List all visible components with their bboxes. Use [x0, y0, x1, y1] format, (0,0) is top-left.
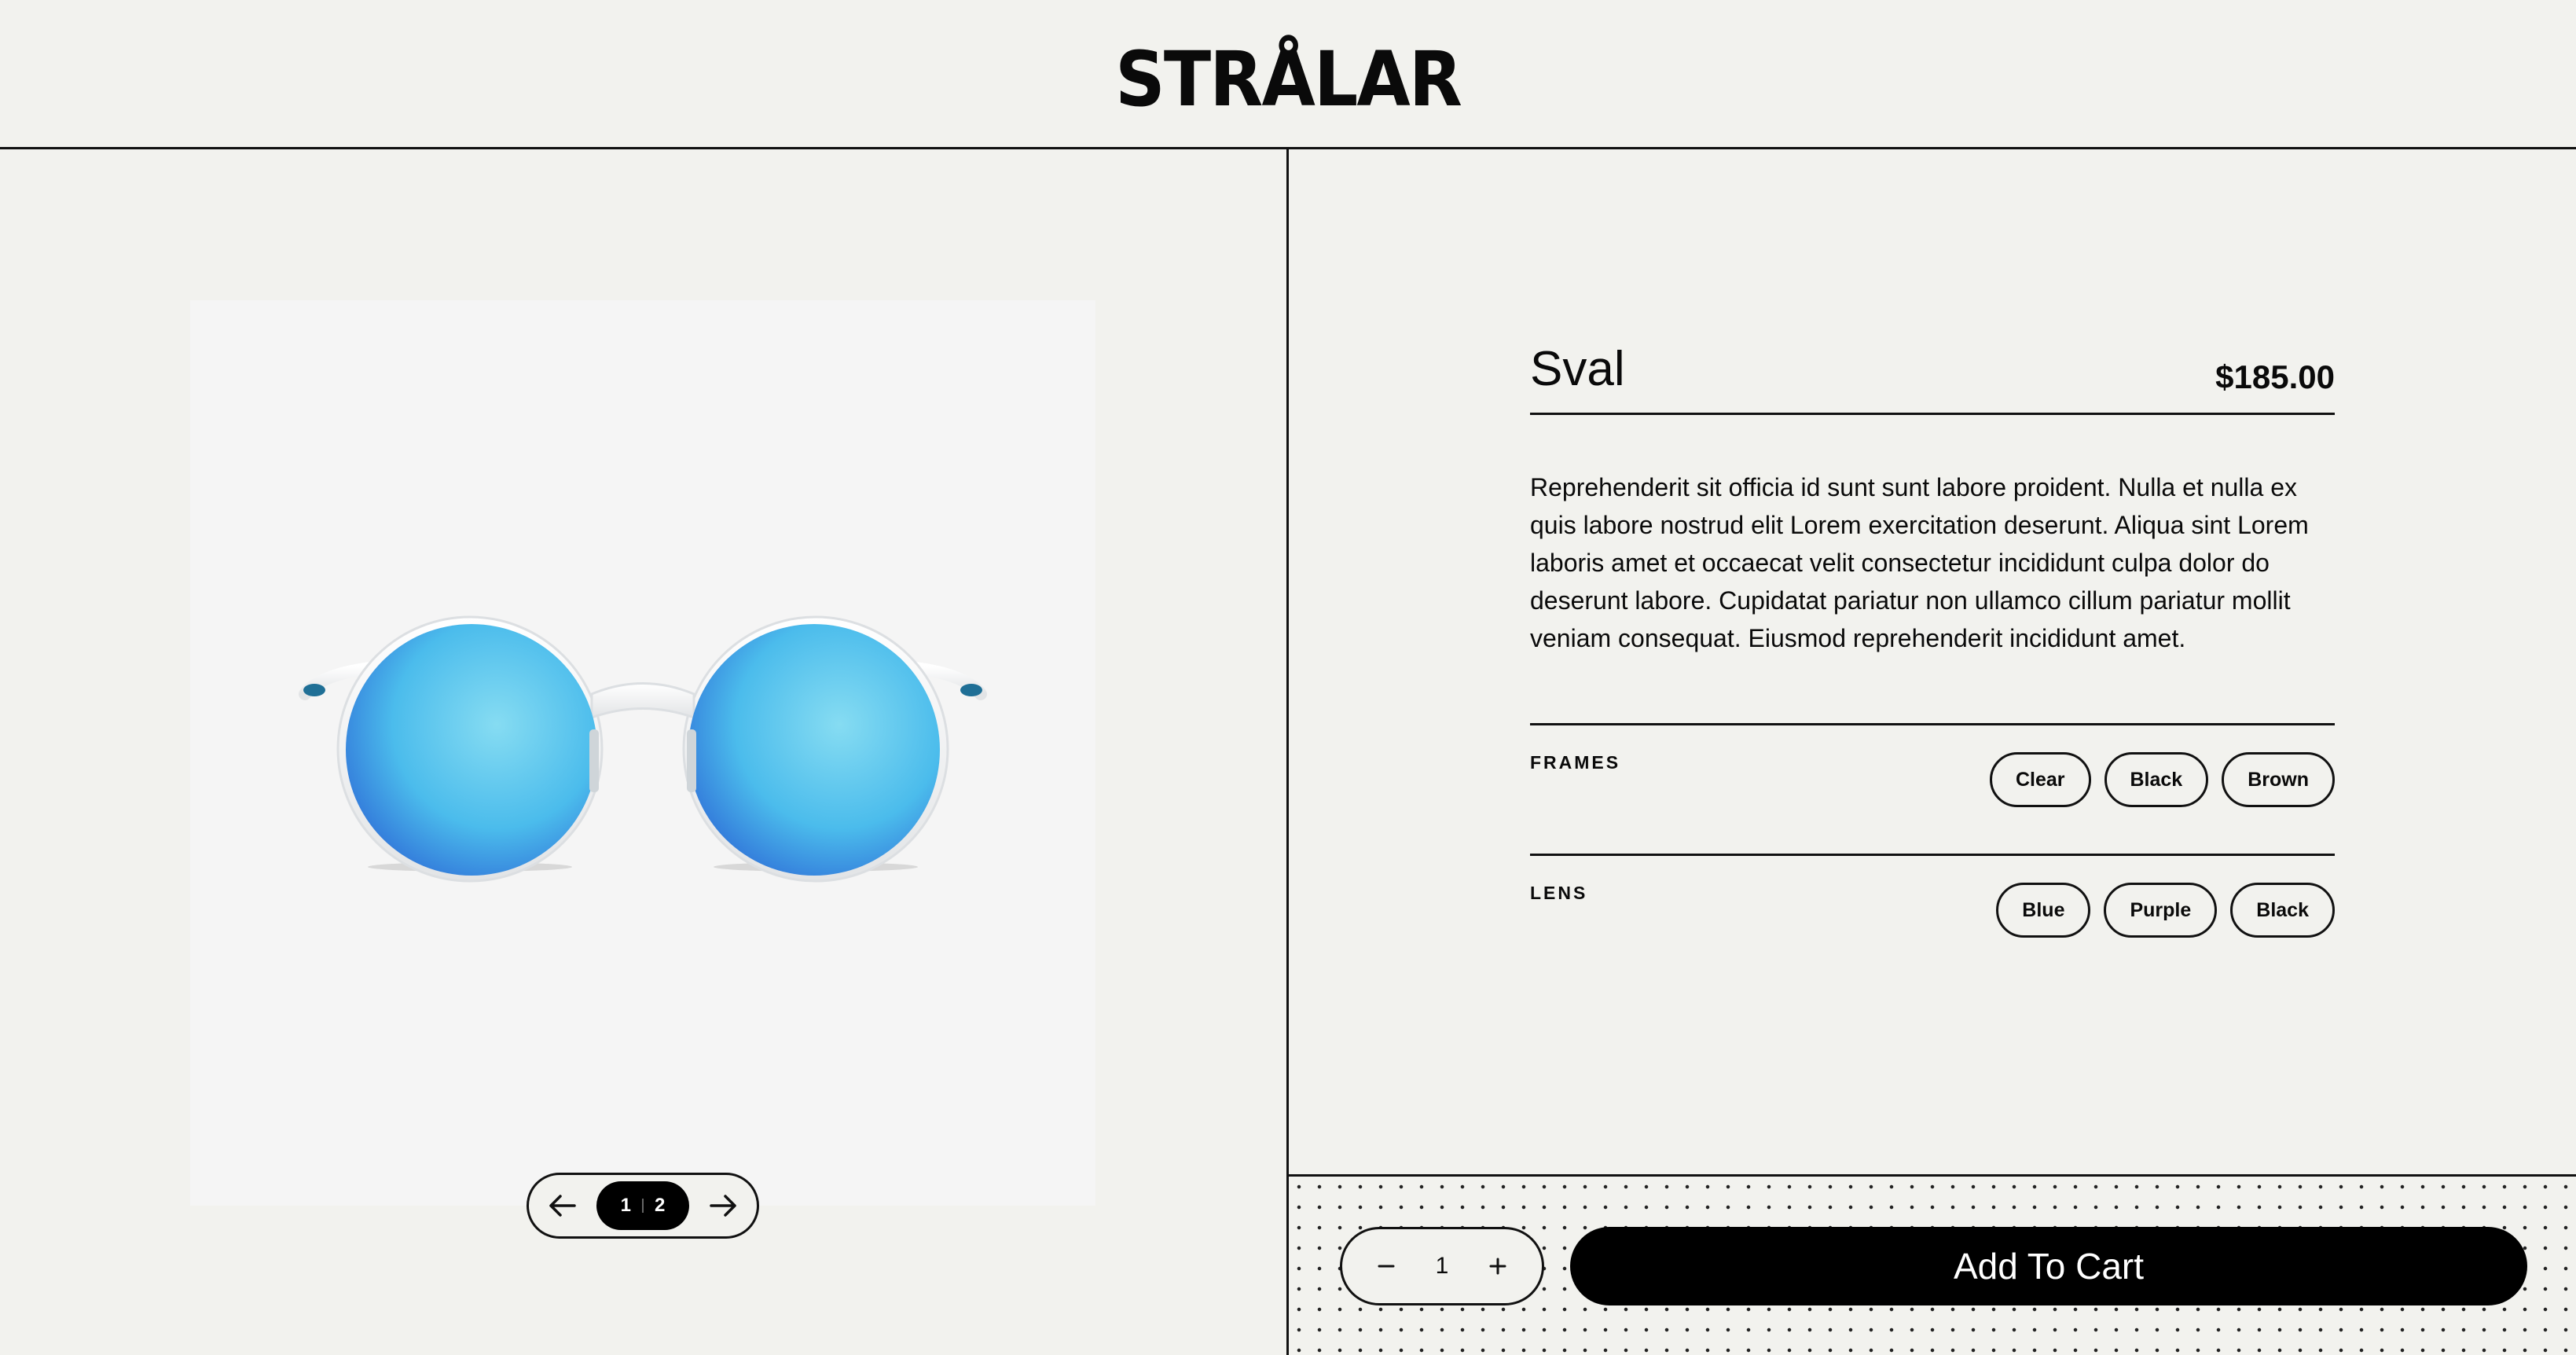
- product-description: Reprehenderit sit officia id sunt sunt l…: [1530, 473, 2309, 652]
- site-header: STRÅLAR: [0, 0, 2576, 149]
- frame-clear-button[interactable]: Clear: [1989, 752, 2091, 807]
- frame-black-button[interactable]: Black: [2104, 752, 2209, 807]
- brand-logo[interactable]: STRÅLAR: [1115, 35, 1462, 123]
- add-to-cart-button[interactable]: Add To Cart: [1570, 1227, 2527, 1305]
- page-indicator: 1 2: [596, 1181, 689, 1230]
- lens-blue-button[interactable]: Blue: [1996, 883, 2091, 938]
- pager-separator: [642, 1199, 644, 1213]
- product-gallery: 1 2: [0, 149, 1286, 1355]
- lens-black-button[interactable]: Black: [2230, 883, 2335, 938]
- total-pages: 2: [655, 1195, 666, 1216]
- sunglasses-product-image: [299, 615, 987, 883]
- quantity-value[interactable]: 1: [1436, 1253, 1449, 1280]
- frames-options: Clear Black Brown: [1989, 752, 2335, 807]
- option-frames: FRAMES Clear Black Brown: [1530, 723, 2335, 854]
- minus-icon[interactable]: [1371, 1250, 1402, 1282]
- product-info: Sval $185.00 Reprehenderit sit officia i…: [1530, 338, 2335, 984]
- quantity-stepper: 1: [1340, 1227, 1544, 1305]
- product-image-card: [190, 300, 1095, 1206]
- lens-purple-button[interactable]: Purple: [2104, 883, 2218, 938]
- image-pager: 1 2: [527, 1173, 759, 1239]
- product-title-row: Sval $185.00: [1530, 338, 2335, 415]
- option-label-frames: FRAMES: [1530, 752, 1621, 773]
- frame-brown-button[interactable]: Brown: [2222, 752, 2335, 807]
- lens-options: Blue Purple Black: [1996, 883, 2335, 938]
- option-label-lens: LENS: [1530, 883, 1588, 903]
- product-name: Sval: [1530, 342, 1625, 396]
- product-price: $185.00: [2215, 358, 2335, 395]
- arrow-left-icon[interactable]: [546, 1190, 578, 1221]
- cart-bar: 1 Add To Cart: [1289, 1174, 2576, 1355]
- arrow-right-icon[interactable]: [708, 1190, 739, 1221]
- plus-icon[interactable]: [1482, 1250, 1514, 1282]
- current-page: 1: [620, 1195, 631, 1216]
- option-lens: LENS Blue Purple Black: [1530, 854, 2335, 984]
